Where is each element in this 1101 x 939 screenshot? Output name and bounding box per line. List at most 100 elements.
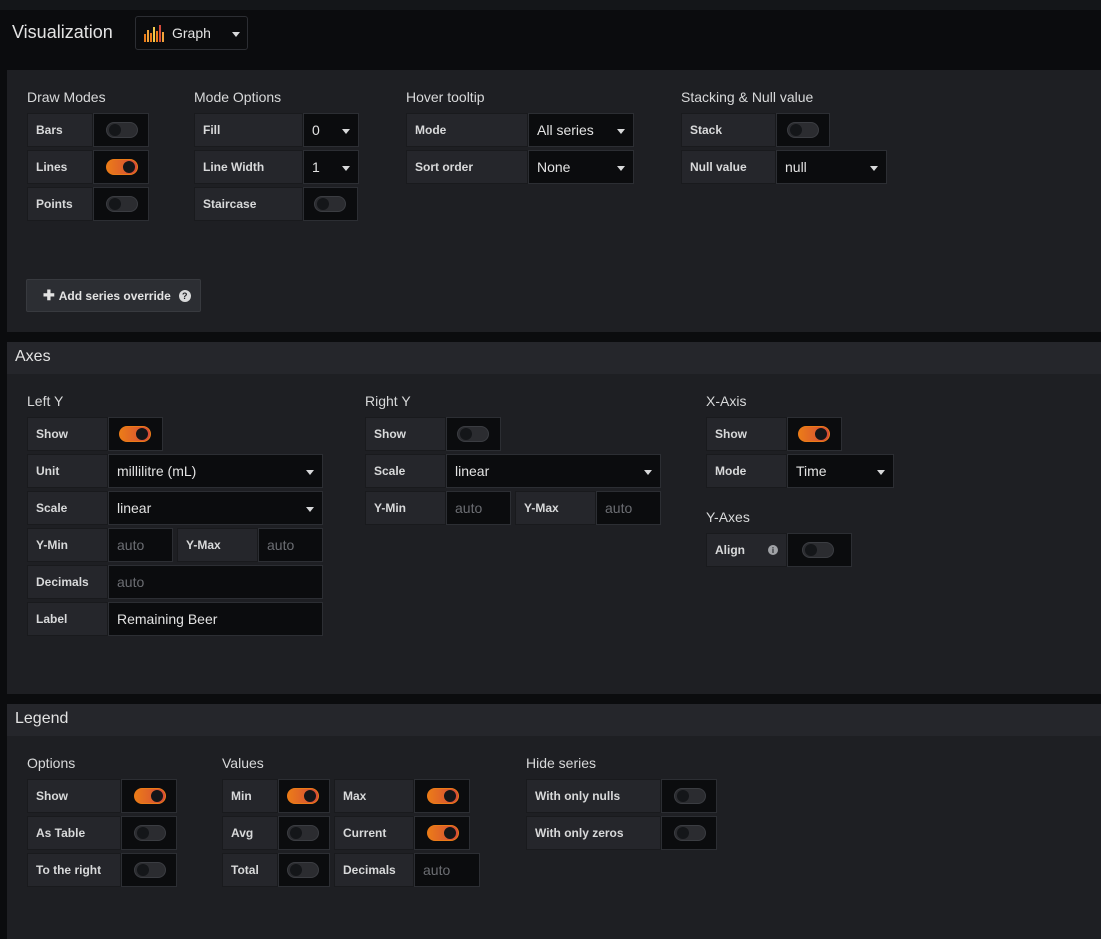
stack-toggle[interactable] bbox=[776, 113, 830, 147]
visualization-picker[interactable]: Graph bbox=[135, 16, 248, 50]
right-y-scale-select[interactable]: linear bbox=[446, 454, 661, 488]
right-y-ymin-input[interactable]: auto bbox=[446, 491, 511, 525]
info-icon[interactable]: i bbox=[768, 545, 778, 555]
x-axis-show-switch[interactable] bbox=[798, 426, 830, 442]
axes-header: Axes bbox=[7, 342, 1101, 374]
line-width-select[interactable]: 1 bbox=[303, 150, 359, 184]
null-value-value: null bbox=[785, 159, 807, 175]
right-y-scale-label: Scale bbox=[365, 454, 446, 488]
legend-decimals-input[interactable]: auto bbox=[414, 853, 480, 887]
legend-header-title: Legend bbox=[15, 710, 69, 727]
mode-options-title: Mode Options bbox=[194, 89, 282, 105]
legend-options-title: Options bbox=[27, 755, 76, 771]
chevron-down-icon bbox=[306, 470, 314, 475]
max-toggle[interactable] bbox=[414, 779, 470, 813]
right-y-title: Right Y bbox=[365, 393, 411, 409]
left-y-label-label: Label bbox=[27, 602, 108, 636]
right-y-show-label: Show bbox=[365, 417, 446, 451]
right-y-ymin-label: Y-Min bbox=[365, 491, 446, 525]
points-label: Points bbox=[27, 187, 93, 221]
legend-show-switch[interactable] bbox=[134, 788, 166, 804]
lines-switch[interactable] bbox=[106, 159, 138, 175]
chevron-down-icon bbox=[617, 129, 625, 134]
min-toggle[interactable] bbox=[278, 779, 330, 813]
right-y-show-switch[interactable] bbox=[457, 426, 489, 442]
right-y-show-toggle[interactable] bbox=[446, 417, 501, 451]
left-y-show-toggle[interactable] bbox=[108, 417, 163, 451]
to-the-right-toggle[interactable] bbox=[121, 853, 177, 887]
left-y-title: Left Y bbox=[27, 393, 64, 409]
min-switch[interactable] bbox=[287, 788, 319, 804]
as-table-label: As Table bbox=[27, 816, 121, 850]
chevron-down-icon bbox=[342, 129, 350, 134]
chevron-down-icon bbox=[232, 32, 240, 37]
total-toggle[interactable] bbox=[278, 853, 330, 887]
staircase-toggle[interactable] bbox=[303, 187, 358, 221]
hover-mode-label: Mode bbox=[406, 113, 528, 147]
bars-switch[interactable] bbox=[106, 122, 138, 138]
to-the-right-label: To the right bbox=[27, 853, 121, 887]
left-y-scale-value: linear bbox=[117, 500, 152, 516]
axes-header-title: Axes bbox=[15, 348, 51, 365]
only-zeros-switch[interactable] bbox=[674, 825, 706, 841]
left-y-label-input[interactable]: Remaining Beer bbox=[108, 602, 323, 636]
avg-switch[interactable] bbox=[287, 825, 319, 841]
line-width-select-value: 1 bbox=[312, 159, 320, 175]
bars-label: Bars bbox=[27, 113, 93, 147]
bars-toggle[interactable] bbox=[93, 113, 149, 147]
sort-order-select[interactable]: None bbox=[528, 150, 634, 184]
current-switch[interactable] bbox=[427, 825, 459, 841]
avg-toggle[interactable] bbox=[278, 816, 330, 850]
left-y-ymin-label: Y-Min bbox=[27, 528, 108, 562]
points-switch[interactable] bbox=[106, 196, 138, 212]
left-y-decimals-input[interactable]: auto bbox=[108, 565, 323, 599]
left-y-scale-label: Scale bbox=[27, 491, 108, 525]
left-y-scale-select[interactable]: linear bbox=[108, 491, 323, 525]
add-series-override-label: Add series override bbox=[58, 288, 171, 303]
visualization-title: Visualization bbox=[12, 22, 113, 42]
stack-switch[interactable] bbox=[787, 122, 819, 138]
legend-header: Legend bbox=[7, 704, 1101, 736]
x-axis-show-label: Show bbox=[706, 417, 787, 451]
y-axes-align-switch[interactable] bbox=[802, 542, 834, 558]
as-table-switch[interactable] bbox=[134, 825, 166, 841]
fill-select[interactable]: 0 bbox=[303, 113, 359, 147]
only-zeros-label: With only zeros bbox=[526, 816, 661, 850]
null-value-select[interactable]: null bbox=[776, 150, 887, 184]
only-nulls-switch[interactable] bbox=[674, 788, 706, 804]
add-series-override-button[interactable]: ✚ Add series override ? bbox=[26, 279, 201, 312]
as-table-toggle[interactable] bbox=[121, 816, 177, 850]
max-switch[interactable] bbox=[427, 788, 459, 804]
left-y-ymax-label: Y-Max bbox=[177, 528, 258, 562]
y-axes-align-label: Align i bbox=[706, 533, 787, 567]
only-zeros-toggle[interactable] bbox=[661, 816, 717, 850]
question-circle-icon[interactable]: ? bbox=[178, 289, 191, 302]
y-axes-align-toggle[interactable] bbox=[787, 533, 852, 567]
current-toggle[interactable] bbox=[414, 816, 470, 850]
x-axis-show-toggle[interactable] bbox=[787, 417, 842, 451]
only-nulls-toggle[interactable] bbox=[661, 779, 717, 813]
null-value-label: Null value bbox=[681, 150, 776, 184]
draw-modes-title: Draw Modes bbox=[27, 89, 106, 105]
lines-label: Lines bbox=[27, 150, 93, 184]
stacking-title: Stacking & Null value bbox=[681, 89, 814, 105]
points-toggle[interactable] bbox=[93, 187, 149, 221]
sort-order-label: Sort order bbox=[406, 150, 528, 184]
right-y-ymax-input[interactable]: auto bbox=[596, 491, 661, 525]
lines-toggle[interactable] bbox=[93, 150, 149, 184]
y-axes-align-text: Align bbox=[715, 543, 745, 557]
hover-mode-select[interactable]: All series bbox=[528, 113, 634, 147]
total-switch[interactable] bbox=[287, 862, 319, 878]
chevron-down-icon bbox=[342, 166, 350, 171]
left-y-show-switch[interactable] bbox=[119, 426, 151, 442]
left-y-ymin-input[interactable]: auto bbox=[108, 528, 173, 562]
chevron-down-icon bbox=[870, 166, 878, 171]
hover-mode-value: All series bbox=[537, 122, 594, 138]
x-axis-mode-select[interactable]: Time bbox=[787, 454, 894, 488]
left-y-ymax-input[interactable]: auto bbox=[258, 528, 323, 562]
staircase-switch[interactable] bbox=[314, 196, 346, 212]
to-the-right-switch[interactable] bbox=[134, 862, 166, 878]
legend-show-toggle[interactable] bbox=[121, 779, 177, 813]
left-y-unit-select[interactable]: millilitre (mL) bbox=[108, 454, 323, 488]
plus-icon: ✚ bbox=[43, 287, 55, 303]
